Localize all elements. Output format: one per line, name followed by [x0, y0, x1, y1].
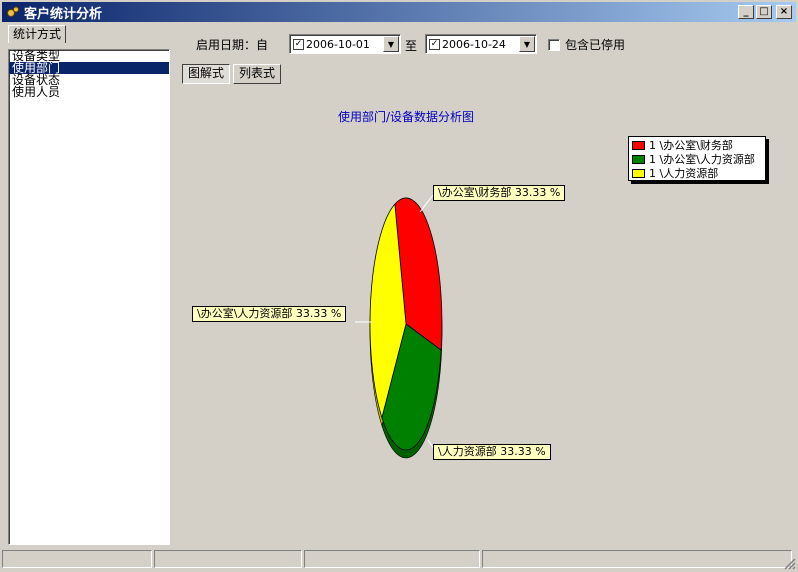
status-bar: [2, 550, 796, 568]
chart-legend: 1 \办公室\财务部 1 \办公室\人力资源部 1 \人力资源部: [628, 136, 766, 181]
main-window: 客户统计分析 _ □ × 统计方式 设备类型 使用部门 设备状态 使用人员 启用…: [0, 0, 798, 572]
pie-label-office-hr: \办公室\人力资源部 33.33 %: [192, 306, 347, 322]
pie-label-hr: \人力资源部 33.33 %: [433, 444, 551, 460]
legend-swatch-yellow: [632, 168, 645, 178]
status-cell: [154, 550, 302, 568]
legend-entry: 1 \办公室\财务部: [632, 138, 762, 152]
legend-swatch-green: [632, 154, 645, 164]
status-cell: [482, 550, 792, 568]
status-cell: [304, 550, 480, 568]
legend-entry: 1 \人力资源部: [632, 166, 762, 180]
status-cell: [2, 550, 152, 568]
resize-grip-icon[interactable]: [784, 558, 796, 570]
pie-leader-line: [419, 194, 434, 213]
legend-entry: 1 \办公室\人力资源部: [632, 152, 762, 166]
pie-label-finance: \办公室\财务部 33.33 %: [433, 185, 566, 201]
legend-swatch-red: [632, 140, 645, 150]
legend-label: 1 \人力资源部: [649, 167, 719, 180]
pie-chart: [355, 194, 443, 459]
